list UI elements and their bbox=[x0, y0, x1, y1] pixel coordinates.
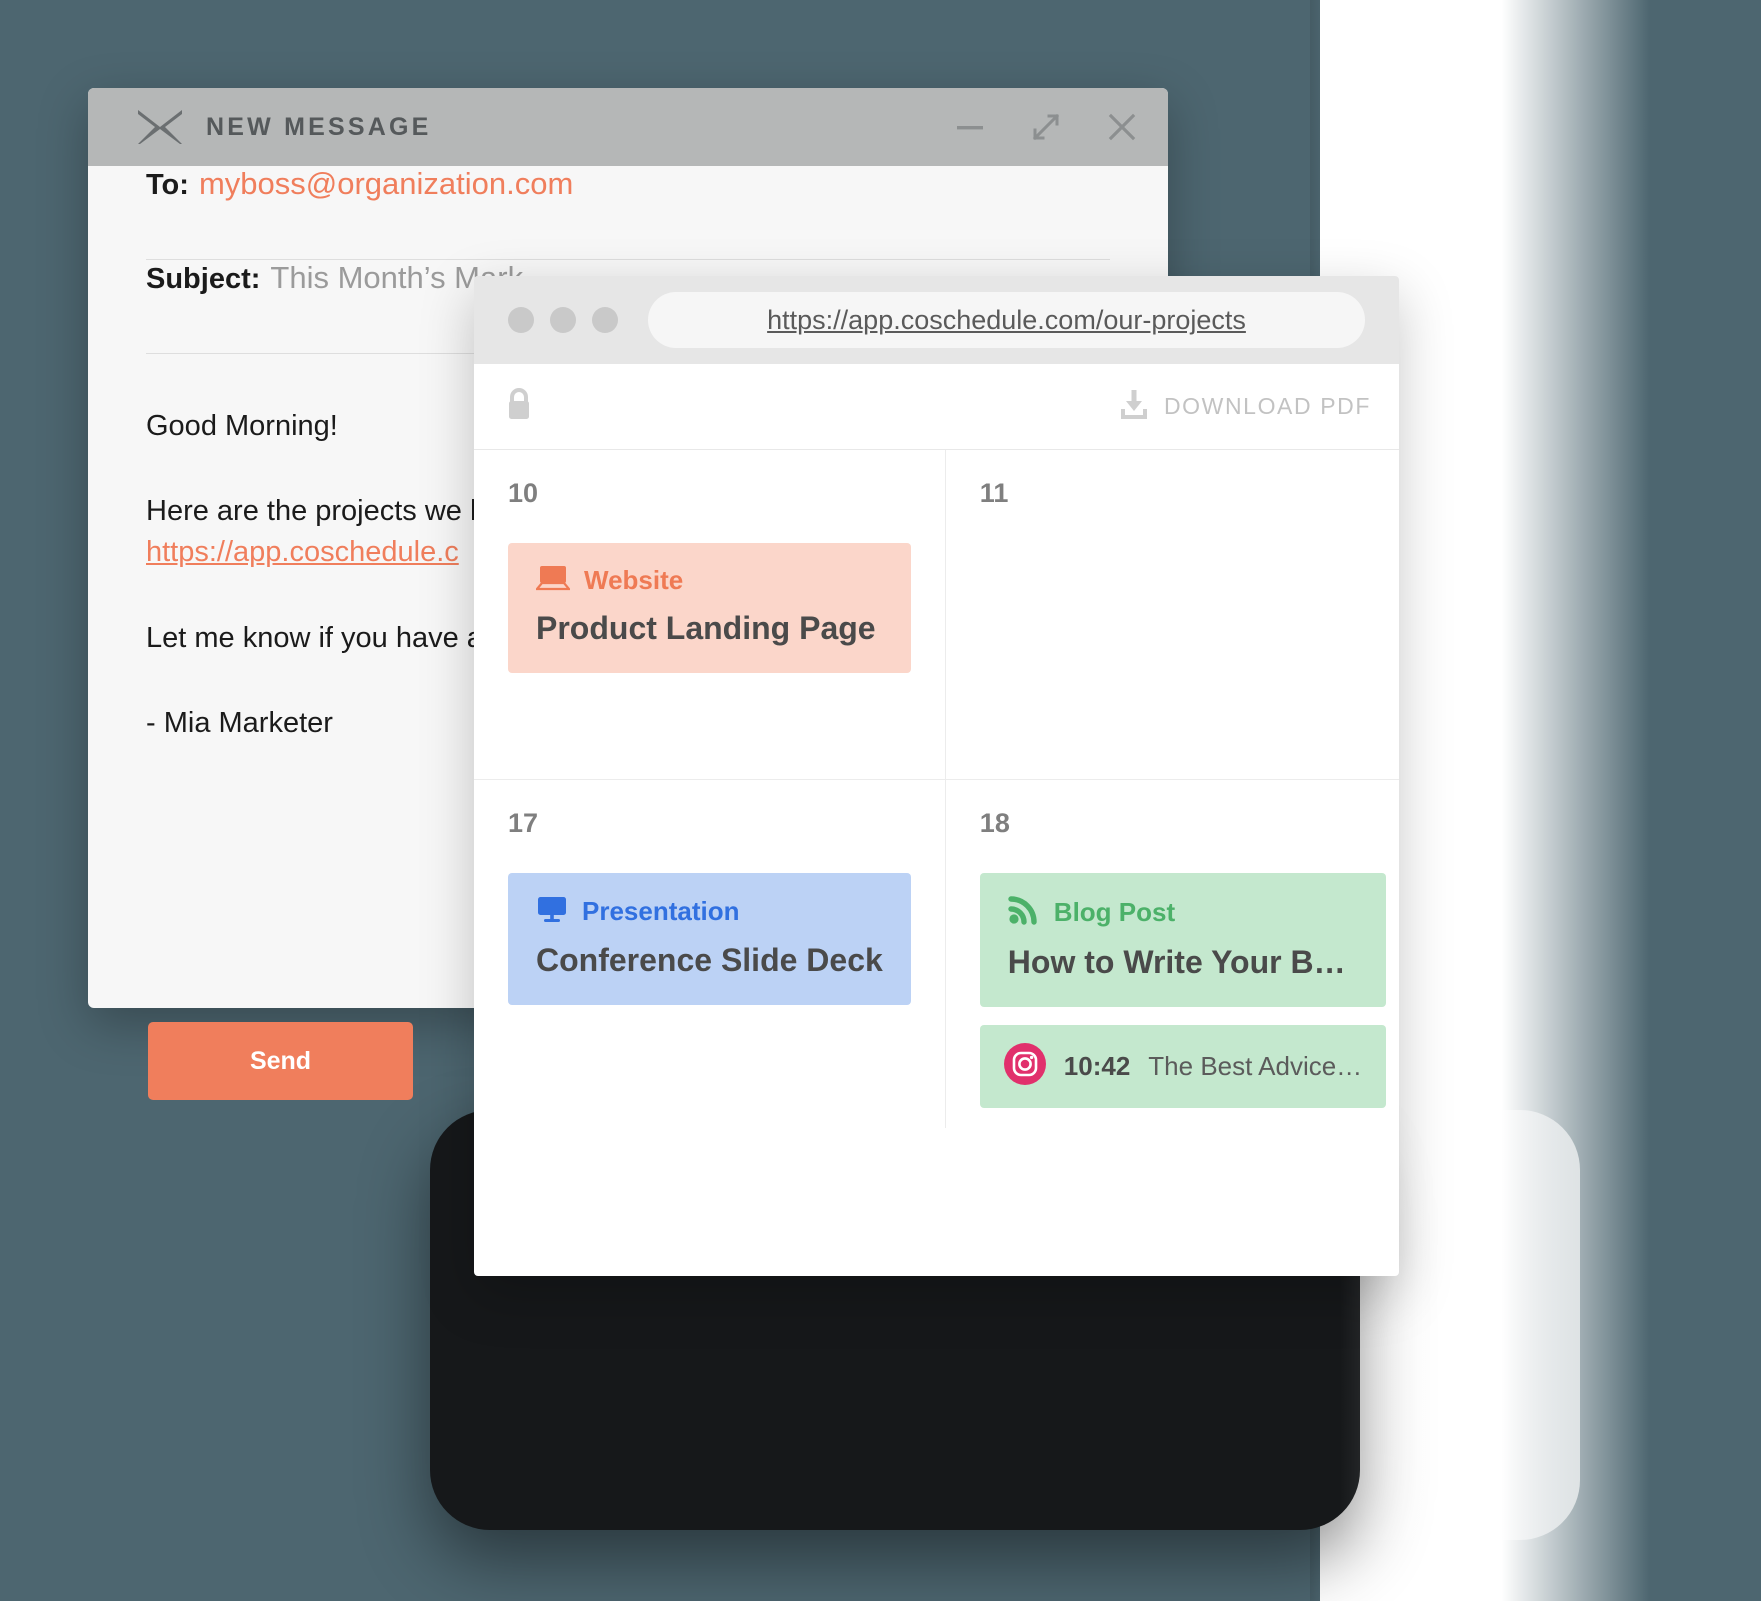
card-type-row: Blog Post bbox=[1008, 895, 1358, 930]
card-title: Conference Slide Deck bbox=[536, 942, 883, 978]
social-post-title: The Best Advice… bbox=[1148, 1051, 1363, 1081]
browser-traffic-lights bbox=[508, 307, 618, 333]
project-card-website[interactable]: Website Product Landing Page bbox=[508, 543, 911, 673]
send-button[interactable]: Send bbox=[148, 1022, 413, 1100]
url-text: https://app.coschedule.com/our-projects bbox=[767, 304, 1246, 335]
calendar-cell-day-11[interactable]: 11 bbox=[945, 450, 1399, 780]
download-pdf-label: DOWNLOAD PDF bbox=[1163, 393, 1371, 419]
to-field-label: To: bbox=[146, 169, 189, 201]
close-icon[interactable] bbox=[1104, 109, 1140, 145]
window-dot-maximize-icon[interactable] bbox=[592, 307, 618, 333]
card-type-label: Website bbox=[584, 565, 684, 595]
window-dot-close-icon[interactable] bbox=[508, 307, 534, 333]
card-type-label: Blog Post bbox=[1053, 897, 1176, 927]
window-dot-minimize-icon[interactable] bbox=[550, 307, 576, 333]
url-bar[interactable]: https://app.coschedule.com/our-projects bbox=[648, 292, 1365, 348]
lock-icon[interactable] bbox=[504, 386, 534, 427]
project-calendar-grid: 10 Website Product Landing Page 11 17 Pr… bbox=[474, 450, 1399, 1128]
laptop-icon bbox=[534, 565, 572, 596]
browser-chrome-bar: https://app.coschedule.com/our-projects bbox=[474, 276, 1399, 364]
card-type-label: Presentation bbox=[582, 896, 740, 926]
expand-icon[interactable] bbox=[1028, 109, 1064, 145]
instagram-icon bbox=[1003, 1043, 1046, 1090]
window-controls bbox=[952, 109, 1140, 145]
calendar-day-number: 10 bbox=[508, 478, 539, 508]
card-type-row: Presentation bbox=[536, 895, 883, 928]
to-field-row[interactable]: To: myboss@organization.com bbox=[146, 166, 1110, 260]
screen-stage: NEW MESSAGE To: myboss@organization.com … bbox=[0, 0, 1761, 1601]
page-toolbar: DOWNLOAD PDF bbox=[474, 364, 1399, 450]
calendar-cell-day-17[interactable]: 17 Presentation Conference Slide Deck bbox=[474, 780, 946, 1128]
card-title: How to Write Your B… bbox=[1007, 944, 1346, 980]
rss-icon bbox=[1008, 895, 1040, 930]
social-post-time: 10:42 bbox=[1063, 1051, 1131, 1081]
project-card-blog[interactable]: Blog Post How to Write Your B… bbox=[979, 873, 1387, 1007]
download-pdf-button[interactable]: DOWNLOAD PDF bbox=[1118, 388, 1371, 425]
calendar-day-number: 17 bbox=[508, 808, 539, 838]
monitor-icon bbox=[536, 895, 568, 928]
email-window-title: NEW MESSAGE bbox=[206, 112, 432, 141]
project-card-presentation[interactable]: Presentation Conference Slide Deck bbox=[508, 873, 911, 1005]
email-body-link[interactable]: https://app.coschedule.c bbox=[146, 536, 459, 568]
calendar-cell-day-18[interactable]: 18 Blog Post How to Write Your B… 10:42 … bbox=[946, 780, 1399, 1128]
social-post-card[interactable]: 10:42 The Best Advice… bbox=[979, 1025, 1387, 1108]
calendar-day-number: 11 bbox=[979, 478, 1009, 508]
browser-window: https://app.coschedule.com/our-projects bbox=[474, 276, 1399, 1276]
email-titlebar: NEW MESSAGE bbox=[88, 88, 1168, 166]
calendar-cell-day-10[interactable]: 10 Website Product Landing Page bbox=[474, 450, 946, 780]
minimize-icon[interactable] bbox=[952, 109, 988, 145]
subject-field-label: Subject: bbox=[146, 263, 261, 295]
calendar-day-number: 18 bbox=[979, 808, 1010, 838]
to-field-value: myboss@organization.com bbox=[198, 166, 574, 201]
card-title: Product Landing Page bbox=[536, 610, 876, 646]
download-icon bbox=[1118, 388, 1150, 425]
envelope-icon bbox=[138, 110, 182, 144]
card-type-row: Website bbox=[534, 565, 883, 596]
